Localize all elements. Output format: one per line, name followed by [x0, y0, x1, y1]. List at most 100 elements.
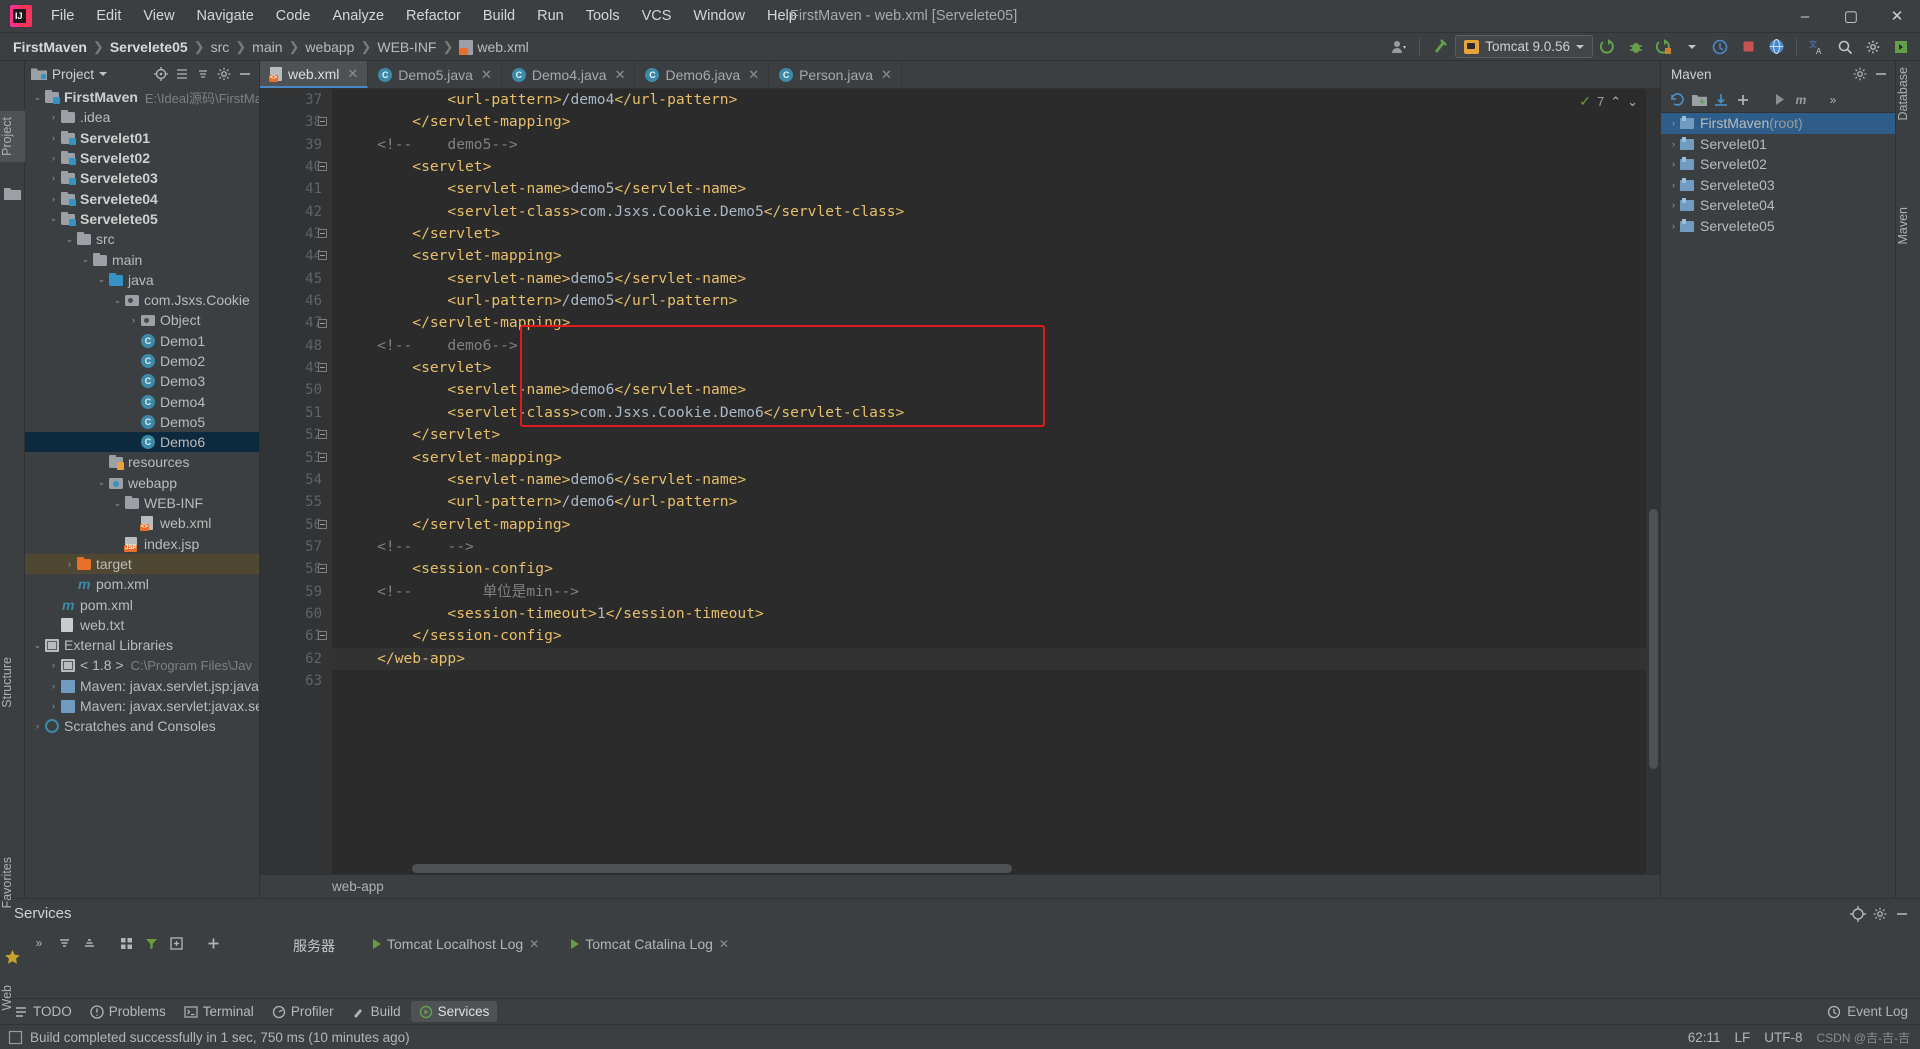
editor-hscrollbar[interactable] — [332, 864, 1646, 874]
tree-row-idea[interactable]: › .idea — [25, 107, 259, 127]
code-line-58[interactable]: <session-config> — [332, 558, 1660, 580]
close-icon[interactable]: ✕ — [347, 66, 358, 82]
profile-icon[interactable] — [1386, 35, 1412, 59]
close-icon[interactable]: ✕ — [529, 937, 539, 951]
chevron-right-icon[interactable]: › — [47, 660, 60, 670]
code-line-60[interactable]: <session-timeout>1</session-timeout> — [332, 603, 1660, 625]
chevron-right-icon[interactable]: › — [47, 173, 60, 183]
close-icon[interactable]: ✕ — [481, 67, 492, 83]
tool-window-services[interactable]: Services — [410, 1001, 498, 1022]
stop-icon[interactable] — [1735, 35, 1761, 59]
code-line-40[interactable]: <servlet> — [332, 156, 1660, 178]
rail-tab-project[interactable]: Project — [0, 111, 25, 162]
chevron-down-icon[interactable]: ⌄ — [111, 498, 124, 509]
menu-view[interactable]: View — [132, 4, 185, 28]
tree-row-firstmaven[interactable]: ⌄ FirstMaven E:\Ideal源码\FirstMa — [25, 87, 259, 107]
chevron-right-icon[interactable]: › — [1667, 221, 1680, 231]
browser-icon[interactable] — [1763, 35, 1789, 59]
fold-marker-56[interactable] — [318, 519, 327, 529]
maven-row-servelete04[interactable]: › Servelete04 — [1661, 195, 1895, 216]
tree-row-1-8[interactable]: › < 1.8 > C:\Program Files\Jav — [25, 655, 259, 675]
settings-gear-icon[interactable] — [1850, 64, 1870, 84]
code-line-39[interactable]: <!-- demo5--> — [332, 134, 1660, 156]
editor-tab-person-java[interactable]: C Person.java ✕ — [769, 61, 902, 88]
code-line-54[interactable]: <servlet-name>demo6</servlet-name> — [332, 469, 1660, 491]
download-icon[interactable] — [1711, 90, 1731, 110]
fold-marker-52[interactable] — [318, 430, 327, 440]
maven-row-servelet02[interactable]: › Servelet02 — [1661, 154, 1895, 175]
ide-search-icon[interactable] — [1888, 35, 1914, 59]
code-text[interactable]: <url-pattern>/demo4</url-pattern> </serv… — [332, 89, 1660, 874]
code-line-49[interactable]: <servlet> — [332, 357, 1660, 379]
services-tab-server[interactable]: 服务器 — [285, 933, 343, 959]
project-tree[interactable]: ⌄ FirstMaven E:\Ideal源码\FirstMa › .idea › Serv… — [25, 87, 259, 898]
code-line-44[interactable]: <servlet-mapping> — [332, 245, 1660, 267]
code-line-41[interactable]: <servlet-name>demo5</servlet-name> — [332, 178, 1660, 200]
chevron-right-icon[interactable]: › — [1667, 180, 1680, 190]
code-editor[interactable]: 37 38 39 40 41 42 43 44 45 46 47 48 49 50 51 52 53 54 55 56… — [260, 89, 1660, 874]
chevron-right-icon[interactable]: › — [31, 721, 44, 731]
search-icon[interactable] — [1832, 35, 1858, 59]
services-tab-tomcat-localhost-log[interactable]: Tomcat Localhost Log ✕ — [365, 933, 547, 955]
tree-row-servelete04[interactable]: › Servelete04 — [25, 188, 259, 208]
menu-vcs[interactable]: VCS — [631, 4, 683, 28]
chevron-right-icon[interactable]: › — [47, 112, 60, 122]
editor-tab-demo5-java[interactable]: C Demo5.java ✕ — [368, 61, 502, 88]
breadcrumb-webinf[interactable]: WEB-INF — [372, 37, 441, 57]
menu-refactor[interactable]: Refactor — [395, 4, 472, 28]
editor-tab-demo6-java[interactable]: C Demo6.java ✕ — [635, 61, 770, 88]
menu-tools[interactable]: Tools — [575, 4, 631, 28]
code-line-56[interactable]: </servlet-mapping> — [332, 514, 1660, 536]
add-icon[interactable] — [1733, 90, 1753, 110]
rail-tab-maven[interactable]: Maven — [1896, 201, 1920, 251]
tree-row-resources[interactable]: resources — [25, 452, 259, 472]
editor-tab-bar[interactable]: <> web.xml ✕ C Demo5.java ✕ C Demo4.java ✕ C Demo6… — [260, 61, 1660, 89]
menu-window[interactable]: Window — [682, 4, 756, 28]
menu-analyze[interactable]: Analyze — [321, 4, 395, 28]
tree-row-demo4[interactable]: C Demo4 — [25, 391, 259, 411]
tool-window-problems[interactable]: Problems — [82, 1001, 174, 1022]
chevron-down-icon[interactable]: ⌄ — [95, 274, 108, 285]
chevron-right-icon[interactable]: › — [47, 701, 60, 711]
breadcrumb-module[interactable]: Servelete05 — [105, 37, 193, 57]
tree-row-web-xml[interactable]: <> web.xml — [25, 513, 259, 533]
settings-gear-icon[interactable] — [214, 64, 234, 84]
code-line-52[interactable]: </servlet> — [332, 424, 1660, 446]
add-frame-icon[interactable] — [164, 931, 188, 955]
fold-marker-53[interactable] — [318, 452, 327, 462]
code-line-63[interactable] — [332, 670, 1660, 692]
fold-marker-38[interactable] — [318, 117, 327, 127]
caret-position[interactable]: 62:11 — [1688, 1030, 1721, 1045]
code-folding-column[interactable] — [312, 89, 332, 874]
chevron-right-icon[interactable]: › — [47, 133, 60, 143]
more-icon[interactable]: » — [27, 931, 51, 955]
maven-row-servelet01[interactable]: › Servelet01 — [1661, 134, 1895, 155]
menu-file[interactable]: File — [40, 4, 85, 28]
fold-marker-47[interactable] — [318, 318, 327, 328]
tool-window-terminal[interactable]: Terminal — [176, 1001, 262, 1022]
chevron-down-icon[interactable]: ⌄ — [31, 640, 44, 651]
more-actions-icon[interactable]: » — [1823, 90, 1843, 110]
tree-row-maven-javax-servlet-jsp-javax[interactable]: › Maven: javax.servlet.jsp:javax — [25, 676, 259, 696]
chevron-right-icon[interactable]: › — [47, 194, 60, 204]
plus-icon[interactable] — [201, 931, 225, 955]
code-line-38[interactable]: </servlet-mapping> — [332, 111, 1660, 133]
chevron-down-icon[interactable]: ⌄ — [47, 213, 60, 224]
breadcrumb-src[interactable]: src — [206, 37, 235, 57]
maven-row-firstmaven[interactable]: › FirstMaven (root) — [1661, 113, 1895, 134]
tree-row-external-libraries[interactable]: ⌄ External Libraries — [25, 635, 259, 655]
chevron-right-icon[interactable]: › — [1667, 159, 1680, 169]
chevron-down-icon[interactable] — [1679, 35, 1705, 59]
editor-scrollbar-thumb[interactable] — [1649, 509, 1658, 769]
code-line-47[interactable]: </servlet-mapping> — [332, 312, 1660, 334]
rail-tab-structure[interactable]: Structure — [0, 651, 25, 714]
tree-row-demo3[interactable]: C Demo3 — [25, 371, 259, 391]
fold-marker-43[interactable] — [318, 229, 327, 239]
coverage-icon[interactable] — [1651, 35, 1677, 59]
chevron-right-icon[interactable]: › — [47, 681, 60, 691]
menu-edit[interactable]: Edit — [85, 4, 132, 28]
tree-row-demo6[interactable]: C Demo6 — [25, 432, 259, 453]
add-folder-icon[interactable] — [1689, 90, 1709, 110]
tool-window-profiler[interactable]: Profiler — [264, 1001, 342, 1022]
chevron-down-icon[interactable]: ⌄ — [79, 254, 92, 265]
